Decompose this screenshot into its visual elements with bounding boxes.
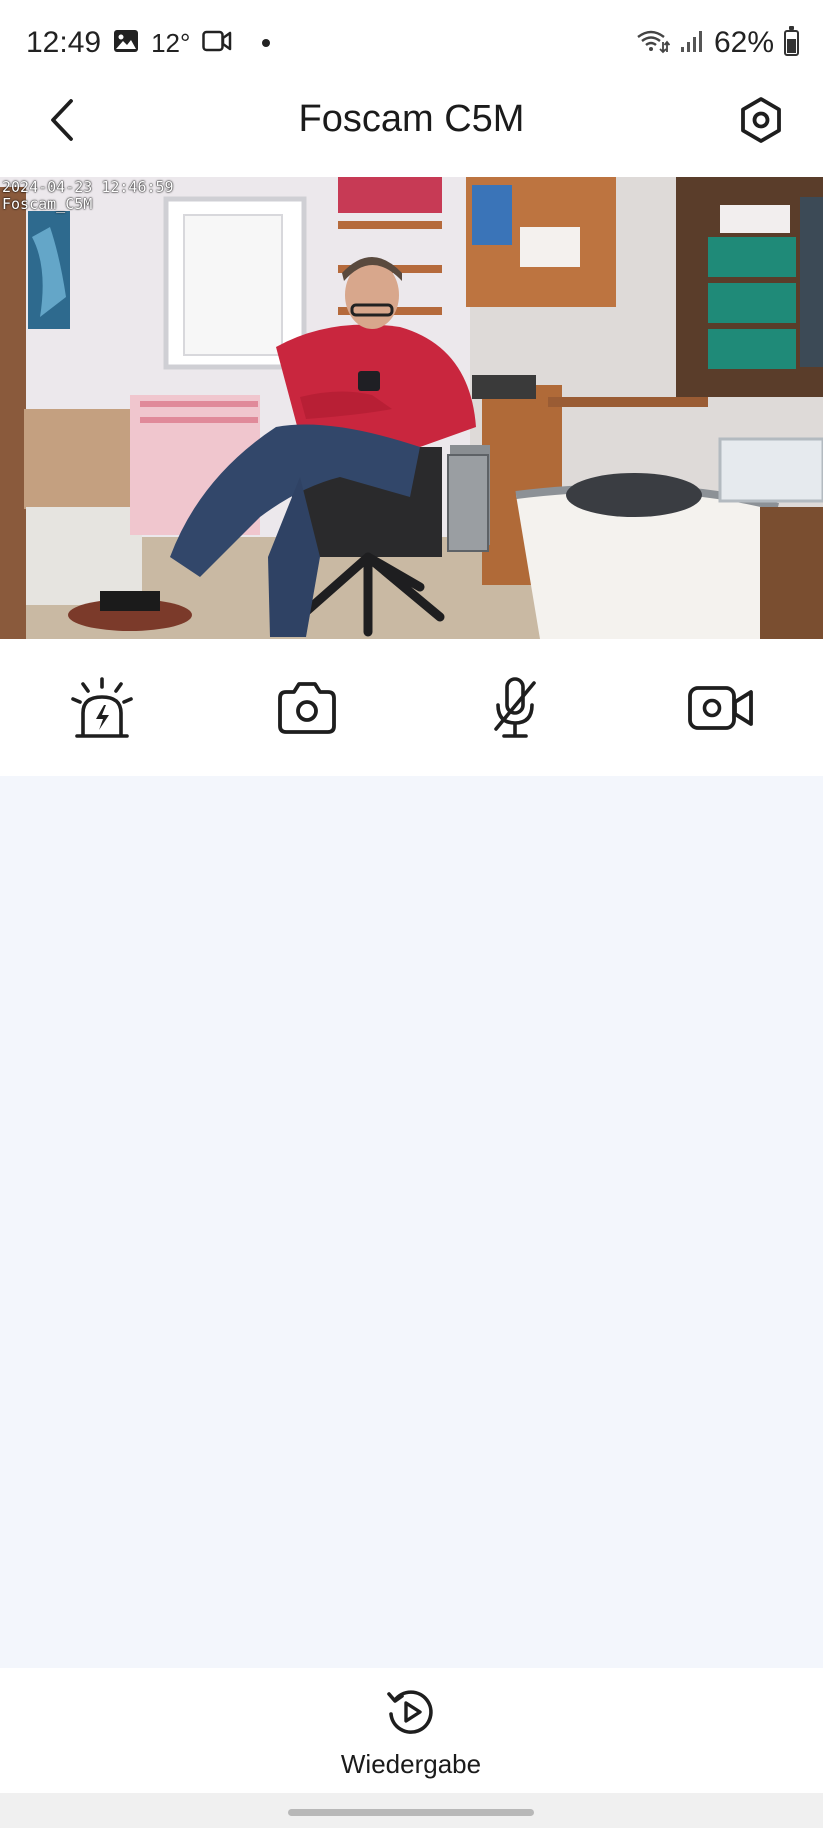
camera-feed-image [0, 177, 823, 639]
snapshot-button[interactable] [267, 670, 347, 750]
bottom-bar: Wiedergabe [0, 1668, 823, 1793]
camera-live-view[interactable]: 2024-04-23 12:46:59 Foscam_C5M [0, 177, 823, 639]
status-time: 12:49 [26, 26, 102, 59]
status-bar-left: 12:49 12° [26, 26, 271, 60]
app-header: Foscam C5M [0, 94, 823, 176]
siren-button[interactable] [62, 670, 142, 750]
microphone-muted-icon [490, 675, 540, 746]
page-title: Foscam C5M [298, 98, 525, 140]
replay-icon [385, 1686, 437, 1743]
playback-label: Wiedergabe [340, 1749, 482, 1779]
video-camera-icon [202, 30, 232, 57]
microphone-button[interactable] [475, 670, 555, 750]
battery-percentage: 62% [713, 26, 774, 59]
camera-timestamp: 2024-04-23 12:46:59 [2, 178, 174, 196]
notification-dot [262, 39, 271, 47]
camera-controls [0, 640, 823, 776]
status-temperature: 12° [151, 27, 191, 58]
wifi-icon [636, 28, 671, 59]
content-area [0, 776, 823, 1668]
playback-button[interactable]: Wiedergabe [311, 1686, 511, 1786]
system-navigation-area [0, 1793, 823, 1828]
siren-icon [69, 675, 135, 746]
status-bar-right: 62% [636, 26, 799, 60]
status-bar: 12:49 12° 62% [0, 0, 823, 94]
battery-fill [787, 39, 796, 53]
video-record-icon [687, 684, 755, 737]
battery-icon [784, 26, 799, 56]
hexagon-settings-icon [739, 96, 783, 149]
home-indicator[interactable] [288, 1809, 534, 1816]
record-button[interactable] [681, 670, 761, 750]
signal-icon [680, 29, 704, 58]
camera-overlay: 2024-04-23 12:46:59 Foscam_C5M [2, 179, 174, 213]
camera-icon [276, 680, 338, 741]
gallery-icon [113, 29, 139, 58]
settings-button[interactable] [733, 94, 789, 150]
camera-name-overlay: Foscam_C5M [2, 195, 93, 213]
